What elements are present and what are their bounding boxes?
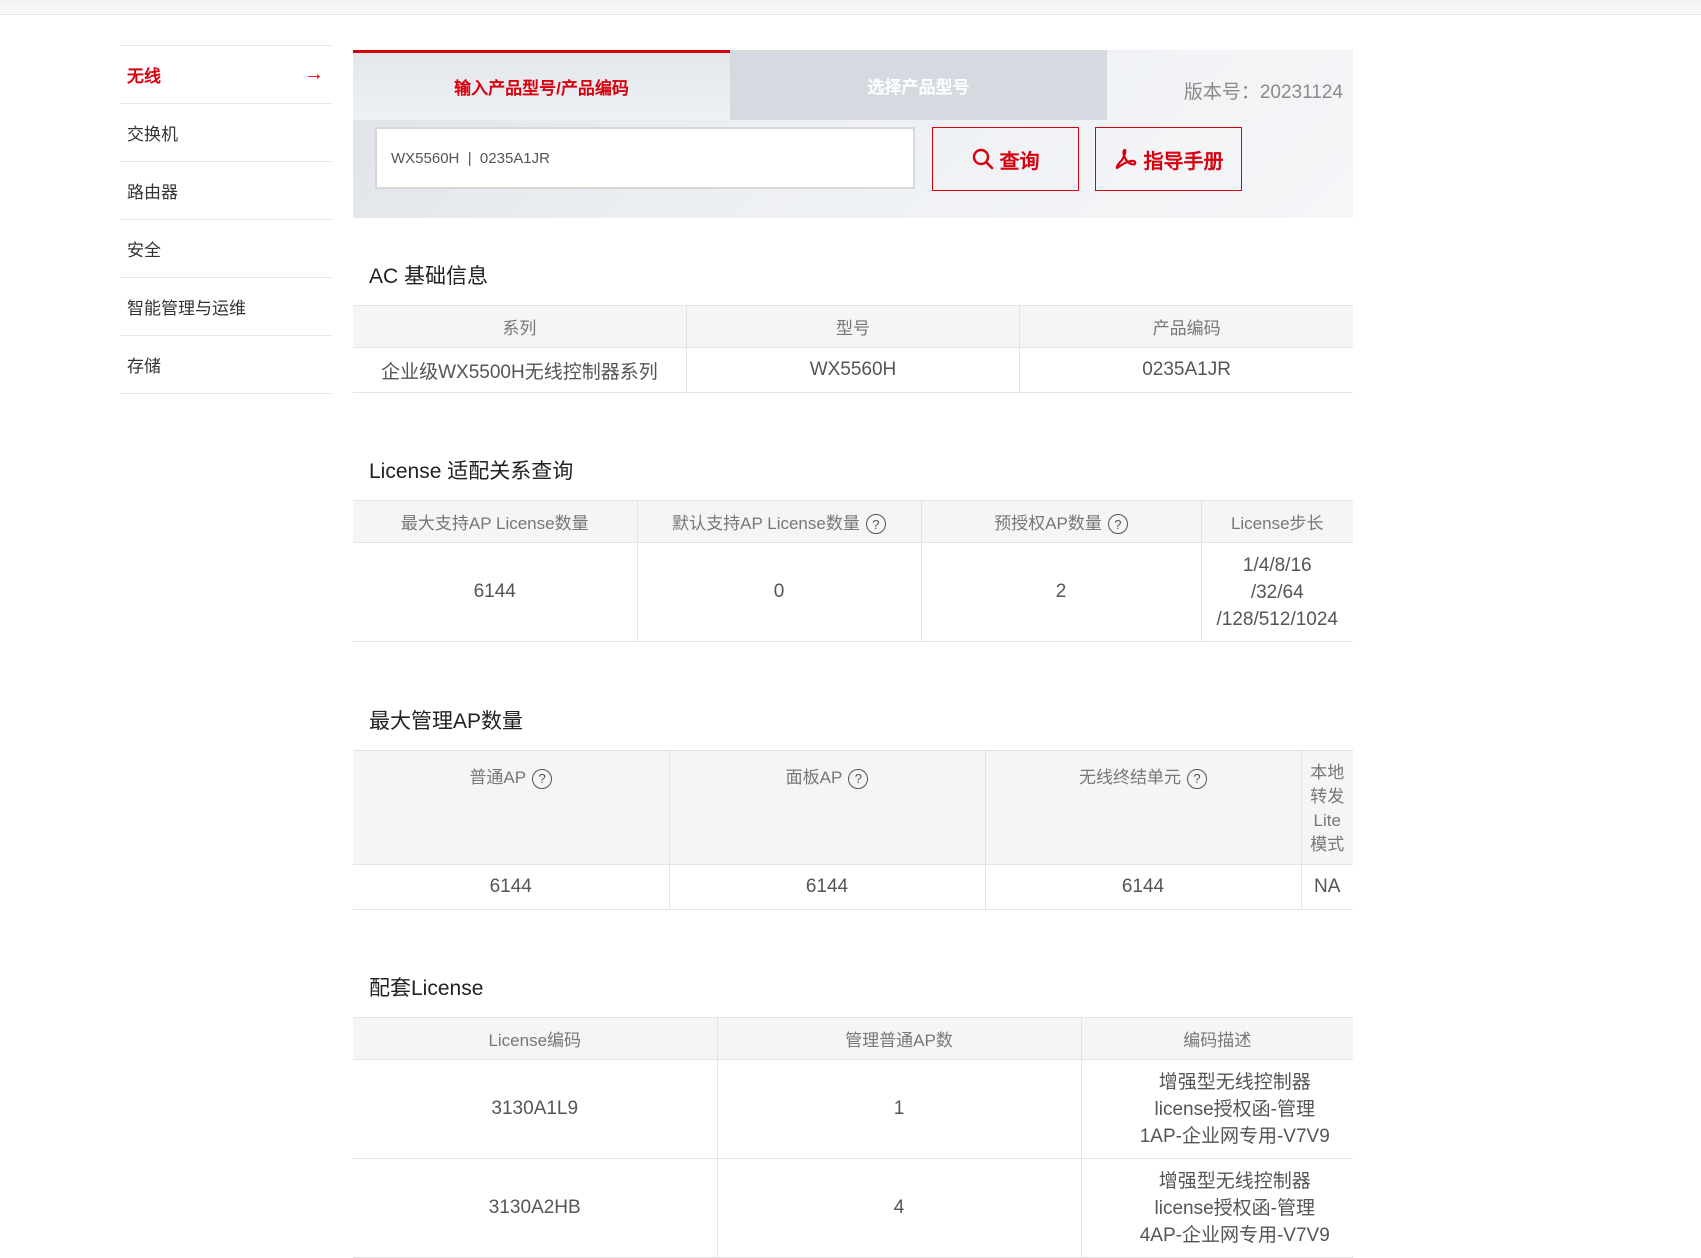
col-header-max-license: 最大支持AP License数量 xyxy=(353,500,637,543)
sidebar-item-label: 交换机 xyxy=(127,125,178,144)
table-row: 3130A1L9 1 增强型无线控制器 license授权函-管理 1AP-企业… xyxy=(353,1059,1353,1159)
sidebar-item-label: 智能管理与运维 xyxy=(127,299,246,318)
category-sidebar: 无线 → 交换机 路由器 安全 智能管理与运维 存储 xyxy=(121,45,332,394)
sidebar-item-label: 安全 xyxy=(127,241,161,260)
sidebar-item-router[interactable]: 路由器 xyxy=(121,161,332,219)
cell-preauth-ap: 2 xyxy=(920,542,1201,642)
header-line: 模式 xyxy=(1310,835,1345,854)
cell-ap-count: 4 xyxy=(716,1158,1081,1258)
col-header-local-forward: 本地 转发 Lite 模式 xyxy=(1300,750,1353,865)
cell-license-code: 3130A1L9 xyxy=(353,1059,717,1159)
col-header-description: 编码描述 xyxy=(1080,1017,1353,1060)
top-bar xyxy=(0,0,1701,15)
sidebar-item-storage[interactable]: 存储 xyxy=(121,335,332,394)
table-row: 3130A2HB 4 增强型无线控制器 license授权函-管理 4AP-企业… xyxy=(353,1158,1353,1258)
max-ap-table: 普通AP? 面板AP? 无线终结单元? 本地 转发 Lite 模式 6144 6… xyxy=(353,750,1353,910)
header-line: Lite xyxy=(1313,811,1341,830)
cell-default-license: 0 xyxy=(636,542,921,642)
pdf-icon xyxy=(1115,148,1136,170)
step-line: /32/64 xyxy=(1250,581,1304,603)
sidebar-item-switch[interactable]: 交换机 xyxy=(121,103,332,161)
col-header-panel-ap: 面板AP? xyxy=(668,750,985,865)
desc-line: license授权函-管理 xyxy=(1154,1197,1315,1219)
help-icon[interactable]: ? xyxy=(532,768,553,789)
help-icon[interactable]: ? xyxy=(1107,514,1128,535)
cell-wtu: 6144 xyxy=(984,864,1301,910)
col-header-code: 产品编码 xyxy=(1019,305,1353,348)
max-ap-title: 最大管理AP数量 xyxy=(369,710,524,733)
sidebar-item-management[interactable]: 智能管理与运维 xyxy=(121,277,332,335)
header-label: 默认支持AP License数量 xyxy=(672,513,860,533)
cell-normal-ap: 6144 xyxy=(353,864,669,910)
step-line: /128/512/1024 xyxy=(1216,608,1338,630)
guide-button-label: 指导手册 xyxy=(1143,150,1224,173)
desc-line: 1AP-企业网专用-V7V9 xyxy=(1139,1125,1330,1147)
sidebar-item-security[interactable]: 安全 xyxy=(121,219,332,277)
query-button[interactable]: 查询 xyxy=(932,127,1079,191)
col-header-ap-count: 管理普通AP数 xyxy=(716,1017,1081,1060)
col-header-license-code: License编码 xyxy=(353,1017,717,1060)
search-input[interactable] xyxy=(375,127,915,189)
sidebar-item-wireless[interactable]: 无线 → xyxy=(121,45,332,103)
license-fit-table: 最大支持AP License数量 默认支持AP License数量? 预授权AP… xyxy=(353,500,1353,642)
arrow-right-icon: → xyxy=(304,63,324,85)
version-label: 版本号：20231124 xyxy=(1183,82,1343,103)
guide-manual-button[interactable]: 指导手册 xyxy=(1095,127,1242,191)
cell-panel-ap: 6144 xyxy=(668,864,985,910)
col-header-normal-ap: 普通AP? xyxy=(353,750,669,865)
desc-line: 4AP-企业网专用-V7V9 xyxy=(1139,1224,1330,1246)
sidebar-item-label: 路由器 xyxy=(127,183,178,202)
table-row: 6144 6144 6144 NA xyxy=(353,864,1353,910)
col-header-preauth-ap: 预授权AP数量? xyxy=(920,500,1201,543)
cell-description: 增强型无线控制器 license授权函-管理 1AP-企业网专用-V7V9 xyxy=(1080,1059,1353,1159)
help-icon[interactable]: ? xyxy=(1187,768,1207,789)
header-label: 面板AP xyxy=(785,768,843,787)
cell-series: 企业级WX5500H无线控制器系列 xyxy=(353,347,687,393)
header-line: 转发 xyxy=(1310,787,1345,806)
table-row: 6144 0 2 1/4/8/16 /32/64 /128/512/1024 xyxy=(353,542,1353,642)
license-fit-title: License 适配关系查询 xyxy=(369,460,574,483)
header-label: 预授权AP数量 xyxy=(994,513,1102,533)
cell-license-code: 3130A2HB xyxy=(353,1158,717,1258)
sidebar-item-label: 存储 xyxy=(127,357,161,376)
step-line: 1/4/8/16 xyxy=(1242,554,1312,576)
col-header-wtu: 无线终结单元? xyxy=(984,750,1301,865)
bundle-license-title: 配套License xyxy=(369,977,484,1000)
cell-model: WX5560H xyxy=(685,347,1020,393)
ac-info-table: 系列 型号 产品编码 企业级WX5500H无线控制器系列 WX5560H 023… xyxy=(353,305,1353,393)
tab-input-model[interactable]: 输入产品型号/产品编码 xyxy=(353,50,730,120)
help-icon[interactable]: ? xyxy=(865,514,886,535)
cell-local-forward: NA xyxy=(1300,864,1353,910)
desc-line: license授权函-管理 xyxy=(1154,1098,1315,1120)
header-line: 本地 xyxy=(1310,763,1345,782)
cell-ap-count: 1 xyxy=(716,1059,1081,1159)
cell-code: 0235A1JR xyxy=(1019,347,1353,393)
col-header-model: 型号 xyxy=(685,305,1020,348)
col-header-license-step: License步长 xyxy=(1200,500,1353,543)
col-header-default-license: 默认支持AP License数量? xyxy=(636,500,921,543)
tab-select-model[interactable]: 选择产品型号 xyxy=(730,50,1107,120)
cell-max-license: 6144 xyxy=(353,542,637,642)
search-panel: 输入产品型号/产品编码 选择产品型号 版本号：20231124 查询 指导手册 xyxy=(353,50,1353,218)
cell-description: 增强型无线控制器 license授权函-管理 4AP-企业网专用-V7V9 xyxy=(1080,1158,1353,1258)
desc-line: 增强型无线控制器 xyxy=(1158,1071,1311,1093)
query-button-label: 查询 xyxy=(999,150,1040,173)
sidebar-item-label: 无线 xyxy=(127,67,161,86)
desc-line: 增强型无线控制器 xyxy=(1158,1170,1311,1192)
ac-info-title: AC 基础信息 xyxy=(369,265,489,288)
bundle-license-table: License编码 管理普通AP数 编码描述 3130A1L9 1 增强型无线控… xyxy=(353,1017,1353,1258)
help-icon[interactable]: ? xyxy=(848,768,869,789)
col-header-series: 系列 xyxy=(353,305,687,348)
table-row: 企业级WX5500H无线控制器系列 WX5560H 0235A1JR xyxy=(353,347,1353,393)
search-icon xyxy=(972,148,993,170)
cell-license-step: 1/4/8/16 /32/64 /128/512/1024 xyxy=(1200,542,1353,642)
header-label: 普通AP xyxy=(469,768,527,787)
header-label: 无线终结单元 xyxy=(1079,768,1181,787)
